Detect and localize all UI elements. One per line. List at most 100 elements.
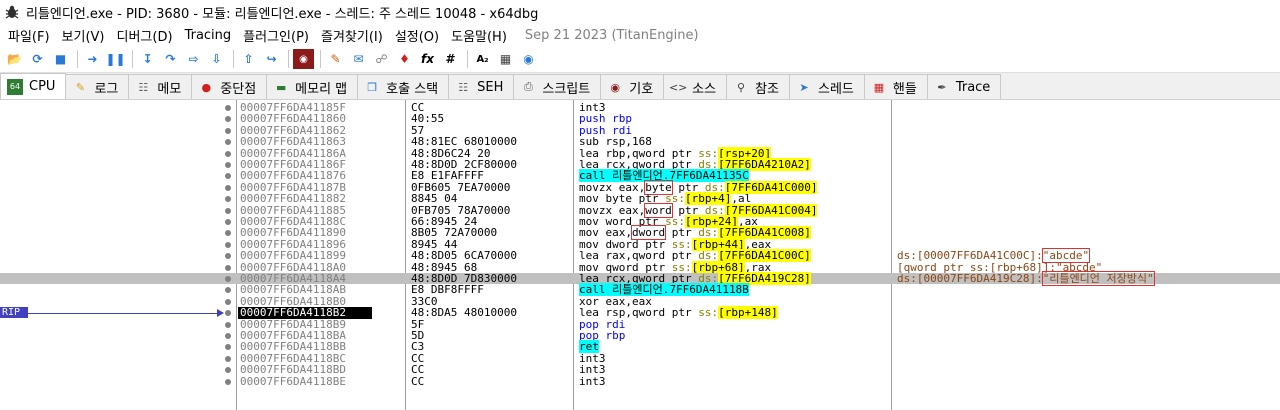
seh-icon: ☷	[458, 80, 469, 94]
hash-icon[interactable]: #	[440, 49, 461, 69]
comment-token: ds:[00007FF6DA419C28]:	[897, 272, 1043, 285]
menu-options[interactable]: 설정(O)	[391, 26, 447, 45]
toolbar-separator	[288, 50, 289, 68]
tab-notes[interactable]: ☷ 메모	[128, 74, 193, 99]
breakpoint-dot[interactable]	[225, 173, 231, 180]
breakpoint-dot[interactable]	[225, 219, 231, 225]
tab-seh[interactable]: ☷ SEH	[448, 74, 515, 99]
breakpoint-dot[interactable]	[225, 139, 231, 146]
menu-favourites[interactable]: 즐겨찾기(I)	[317, 26, 391, 45]
instruction-address: 00007FF6DA411863	[240, 135, 346, 149]
breakpoint-dot[interactable]	[225, 367, 231, 374]
notes-icon: ☷	[138, 80, 149, 94]
patch-icon[interactable]: ✎	[325, 49, 346, 69]
disassembly-text: int3	[579, 375, 606, 387]
rip-label: RIP	[0, 307, 28, 319]
label-icon[interactable]: ☍	[371, 49, 392, 69]
disassembly-view[interactable]: 00007FF6DA41185F CC int3 00007FF6DA411860 40…	[0, 100, 1280, 410]
tab-log[interactable]: ✎ 로그	[65, 74, 130, 99]
tab-label: 메모리 맵	[295, 81, 348, 97]
run-icon[interactable]: ➜	[82, 49, 103, 69]
breakpoint-dot[interactable]	[225, 116, 231, 123]
breakpoint-dot[interactable]	[225, 150, 231, 157]
trace-into-icon[interactable]: ⇨	[183, 49, 204, 69]
comment-icon[interactable]: ✉	[348, 49, 369, 69]
toolbar-separator	[233, 50, 234, 68]
breakpoint-dot[interactable]	[225, 162, 231, 168]
tab-references[interactable]: ⚲ 참조	[726, 74, 790, 99]
execute-till-return-icon[interactable]: ⇧	[238, 49, 259, 69]
run-to-user-code-icon[interactable]: ↪	[261, 49, 282, 69]
breakpoint-dot[interactable]	[225, 344, 231, 351]
source-icon: <>	[668, 80, 688, 94]
tab-label: CPU	[29, 79, 56, 94]
strings-icon[interactable]: A₂	[472, 49, 493, 69]
disasm-row[interactable]: 00007FF6DA4118BE CC int3	[0, 375, 1280, 387]
tab-memory-map[interactable]: ▬ 메모리 맵	[266, 74, 359, 99]
tab-label: 스크립트	[542, 81, 591, 97]
disasm-row[interactable]: 00007FF6DA41185F CC int3	[0, 102, 1280, 113]
disasm-row[interactable]: 00007FF6DA4118BD CC int3	[0, 364, 1280, 376]
tab-label: 호출 스택	[386, 81, 439, 97]
instruction-bytes: 48:81EC 68010000	[411, 135, 517, 149]
menu-help[interactable]: 도움말(H)	[447, 26, 515, 45]
breakpoint-dot[interactable]	[225, 105, 231, 111]
menu-file[interactable]: 파일(F)	[4, 26, 58, 45]
breakpoint-dot[interactable]	[225, 287, 231, 294]
instruction-address: 00007FF6DA4118B2	[238, 307, 372, 319]
tab-threads[interactable]: ➤ 스레드	[789, 74, 865, 99]
tab-source[interactable]: <> 소스	[663, 74, 728, 99]
disasm-row[interactable]: 00007FF6DA4118BB C3 ret	[0, 340, 1280, 354]
breakpoint-dot[interactable]	[225, 253, 231, 260]
calculator-icon[interactable]: ▦	[495, 49, 516, 69]
stop-icon[interactable]: ■	[50, 49, 71, 69]
breakpoint-dot[interactable]	[225, 207, 231, 214]
step-over-icon[interactable]: ↷	[160, 49, 181, 69]
menu-view[interactable]: 보기(V)	[58, 26, 113, 45]
breakpoint-dot[interactable]	[225, 310, 231, 317]
disasm-row[interactable]: 00007FF6DA4118BA 5D pop rbp	[0, 330, 1280, 341]
open-icon[interactable]: 📂	[4, 49, 25, 69]
references-icon: ⚲	[737, 80, 746, 94]
tab-symbols[interactable]: ◉ 기호	[600, 74, 665, 99]
breakpoint-dot[interactable]	[225, 276, 231, 282]
toolbar-separator	[132, 50, 133, 68]
tab-breakpoints[interactable]: ● 중단점	[191, 74, 268, 99]
breakpoint-dot[interactable]	[225, 378, 231, 385]
tab-handles[interactable]: ▦ 핸들	[863, 74, 928, 99]
breakpoint-dot[interactable]	[225, 184, 231, 191]
disasm-row[interactable]: 00007FF6DA411860 40:55 push rbp	[0, 113, 1280, 125]
trace-over-icon[interactable]: ⇩	[206, 49, 227, 69]
breakpoint-dot[interactable]	[225, 264, 231, 271]
breakpoint-dot[interactable]	[225, 298, 231, 305]
bookmark-icon[interactable]: ♦	[394, 49, 415, 69]
disasm-row[interactable]: 00007FF6DA4118BC CC int3	[0, 352, 1280, 364]
build-date: Sep 21 2023 (TitanEngine)	[524, 27, 699, 43]
tab-call-stack[interactable]: ❐ 호출 스택	[357, 74, 450, 99]
tab-label: 메모	[157, 81, 182, 97]
step-into-icon[interactable]: ↧	[137, 49, 158, 69]
breakpoint-dot[interactable]	[225, 355, 231, 362]
tab-script[interactable]: ⎙ 스크립트	[513, 74, 602, 99]
breakpoint-dot[interactable]	[225, 321, 231, 328]
toolbar-separator	[320, 50, 321, 68]
globe-icon[interactable]: ◉	[518, 49, 539, 69]
function-icon[interactable]: fx	[417, 49, 438, 69]
breakpoint-dot[interactable]	[225, 127, 231, 134]
disasm-row[interactable]: 00007FF6DA4118B9 5F pop rdi	[0, 318, 1280, 330]
tab-cpu[interactable]: 64 CPU	[0, 73, 67, 99]
breakpoint-dot[interactable]	[225, 241, 231, 248]
breakpoint-dot[interactable]	[225, 230, 231, 237]
menu-plugins[interactable]: 플러그인(P)	[239, 26, 317, 45]
scylla-icon[interactable]: ◉	[293, 49, 314, 69]
menu-tracing[interactable]: Tracing	[181, 28, 240, 43]
breakpoint-dot[interactable]	[225, 196, 231, 203]
tab-label: 스레드	[818, 81, 854, 97]
restart-icon[interactable]: ⟳	[27, 49, 48, 69]
tab-trace[interactable]: ✒ Trace	[926, 74, 1002, 99]
menu-debug[interactable]: 디버그(D)	[113, 26, 181, 45]
pause-icon[interactable]: ❚❚	[105, 49, 126, 69]
menu-bar: 파일(F) 보기(V) 디버그(D) Tracing 플러그인(P) 즐겨찾기(…	[0, 24, 1280, 46]
tab-label: 핸들	[892, 81, 917, 97]
breakpoint-dot[interactable]	[225, 333, 231, 339]
